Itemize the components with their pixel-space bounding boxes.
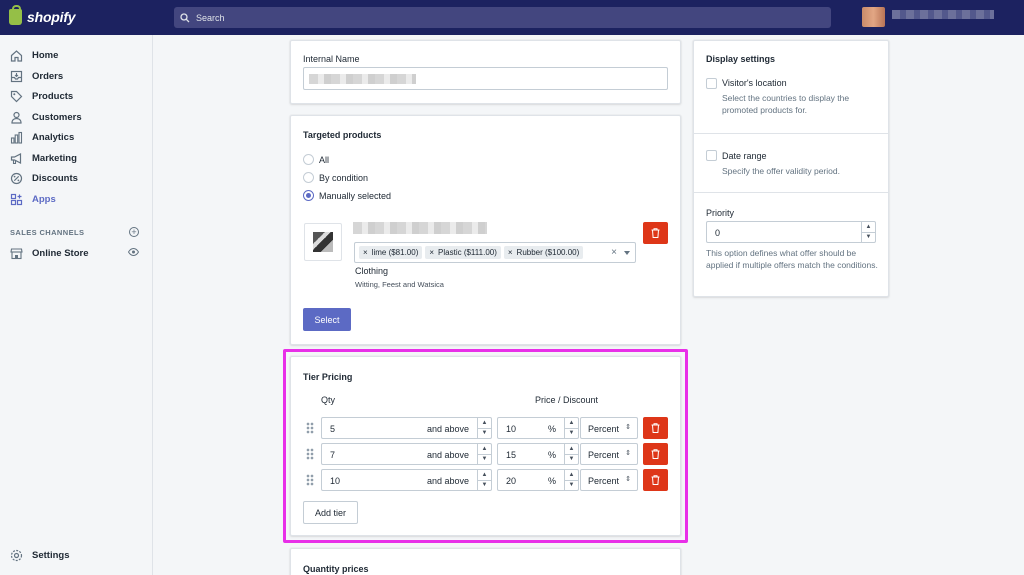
sales-channels-heading: SALES CHANNELS <box>10 228 85 237</box>
user-name-blurred[interactable] <box>892 10 994 19</box>
analytics-icon <box>10 131 23 144</box>
clear-tags-icon[interactable]: × <box>611 247 617 258</box>
decrement-icon[interactable]: ▼ <box>862 231 875 243</box>
sidebar-item-marketing[interactable]: Marketing <box>10 152 77 165</box>
sidebar-item-apps[interactable]: Apps <box>10 193 56 206</box>
remove-tag-icon[interactable]: × <box>363 248 368 257</box>
visitor-location-checkbox[interactable] <box>706 78 717 89</box>
sidebar-item-settings[interactable]: Settings <box>10 549 69 562</box>
remove-product-button[interactable] <box>643 222 668 244</box>
sidebar-item-label: Customers <box>32 112 82 123</box>
sidebar-item-analytics[interactable]: Analytics <box>10 131 74 144</box>
customers-icon <box>10 111 23 124</box>
sidebar-item-label: Discounts <box>32 173 78 184</box>
visitor-location-label: Visitor's location <box>722 78 787 88</box>
orders-icon <box>10 70 23 83</box>
variant-tag[interactable]: × lime ($81.00) <box>359 246 423 259</box>
sidebar-item-label: Home <box>32 50 59 61</box>
internal-name-card: Internal Name <box>290 40 681 104</box>
date-range-checkbox[interactable] <box>706 150 717 161</box>
radio-all-label: All <box>319 155 330 165</box>
search-input[interactable]: Search <box>174 7 831 28</box>
visitor-location-hint: Select the countries to display the prom… <box>722 93 850 115</box>
apps-icon <box>10 193 23 206</box>
sidebar: Home Orders Products Customers Analytics… <box>0 35 153 575</box>
sidebar-item-label: Settings <box>32 550 70 561</box>
sidebar-item-products[interactable]: Products <box>10 90 73 103</box>
quantity-prices-card: Quantity prices <box>290 548 681 575</box>
targeted-products-card: Targeted products All By condition Manua… <box>290 115 681 345</box>
priority-stepper-arrows[interactable]: ▲ ▼ <box>861 222 875 242</box>
radio-by-condition-label: By condition <box>319 173 369 183</box>
variant-tag-label: lime ($81.00) <box>371 248 419 257</box>
internal-name-label: Internal Name <box>303 54 360 64</box>
internal-name-value-blurred <box>309 74 416 84</box>
sidebar-item-orders[interactable]: Orders <box>10 70 63 83</box>
variant-tag[interactable]: × Plastic ($111.00) <box>425 246 501 259</box>
sidebar-item-label: Products <box>32 91 74 102</box>
quantity-prices-title: Quantity prices <box>303 564 369 574</box>
product-title-blurred <box>353 222 487 234</box>
radio-by-condition[interactable] <box>303 172 314 183</box>
display-settings-card: Display settings Visitor's location Sele… <box>693 40 889 297</box>
remove-tag-icon[interactable]: × <box>429 248 434 257</box>
search-placeholder: Search <box>196 12 225 23</box>
radio-manually-selected-label: Manually selected <box>319 191 392 201</box>
select-button[interactable]: Select <box>303 308 351 331</box>
sidebar-item-label: Analytics <box>32 132 75 143</box>
priority-value: 0 <box>715 228 721 238</box>
sidebar-item-label: Apps <box>32 194 56 205</box>
display-settings-title: Display settings <box>706 54 776 64</box>
search-icon <box>180 12 190 22</box>
increment-icon[interactable]: ▲ <box>862 222 875 232</box>
date-range-hint: Specify the offer validity period. <box>722 166 840 176</box>
add-channel-icon[interactable]: + <box>129 227 139 237</box>
sidebar-item-home[interactable]: Home <box>10 49 58 62</box>
sidebar-item-label: Marketing <box>32 153 77 164</box>
radio-manually-selected[interactable] <box>303 190 314 201</box>
top-bar: shopify Search <box>0 0 1024 35</box>
date-range-label: Date range <box>722 151 767 161</box>
divider <box>694 133 888 134</box>
sidebar-item-online-store[interactable]: Online Store <box>10 247 88 260</box>
sidebar-item-discounts[interactable]: Discounts <box>10 172 78 185</box>
discount-icon <box>10 172 23 185</box>
megaphone-icon <box>10 152 23 165</box>
avatar[interactable] <box>862 7 885 27</box>
shopify-logo[interactable]: shopify <box>9 5 76 25</box>
brand-name: shopify <box>27 9 76 25</box>
store-icon <box>10 247 23 260</box>
radio-all[interactable] <box>303 154 314 165</box>
internal-name-input[interactable] <box>303 67 668 90</box>
variant-tag[interactable]: × Rubber ($100.00) <box>503 246 584 259</box>
sidebar-item-label: Orders <box>32 71 64 82</box>
sidebar-item-label: Online Store <box>32 248 89 259</box>
tag-icon <box>10 90 23 103</box>
gear-icon <box>10 549 23 562</box>
priority-stepper[interactable]: 0 ▲ ▼ <box>706 221 876 243</box>
product-type: Clothing <box>355 266 389 276</box>
shopify-bag-icon <box>9 5 22 25</box>
variant-tag-label: Plastic ($111.00) <box>438 248 497 257</box>
priority-hint: This option defines what offer should be… <box>706 248 878 270</box>
priority-label: Priority <box>706 208 735 218</box>
chevron-down-icon[interactable] <box>624 251 630 255</box>
variant-tag-label: Rubber ($100.00) <box>516 248 580 257</box>
remove-tag-icon[interactable]: × <box>508 248 513 257</box>
trash-icon <box>651 228 660 238</box>
targeted-products-title: Targeted products <box>303 130 382 140</box>
divider <box>694 192 888 193</box>
product-thumbnail <box>304 223 342 261</box>
sidebar-item-customers[interactable]: Customers <box>10 111 82 124</box>
variant-tags-select[interactable]: × lime ($81.00) × Plastic ($111.00) × Rubbe… <box>354 242 636 263</box>
home-icon <box>10 49 23 62</box>
product-vendor: Witting, Feest and Watsica <box>355 280 444 289</box>
eye-icon[interactable] <box>127 247 140 259</box>
tier-pricing-highlight <box>283 349 688 543</box>
